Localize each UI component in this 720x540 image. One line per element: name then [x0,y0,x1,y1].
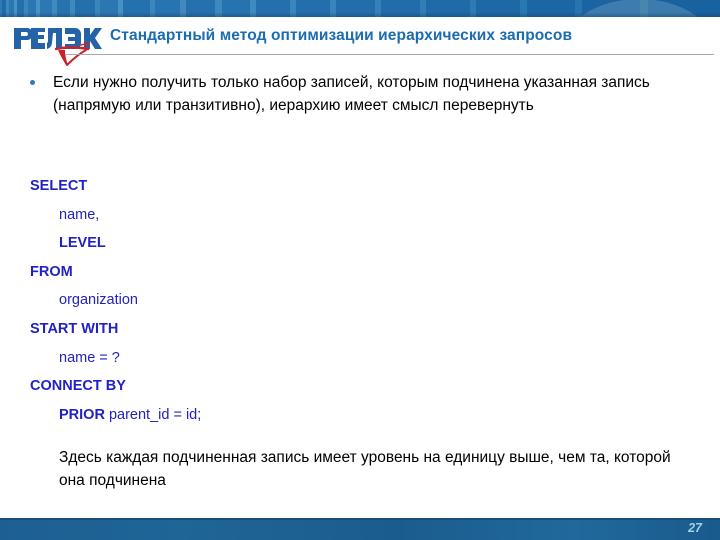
sql-line: name, [30,201,450,230]
slide: Стандартный метод оптимизации иерархичес… [0,0,720,540]
top-bar-shadow-edge [0,13,720,17]
footer-top-edge [0,518,720,520]
slide-title: Стандартный метод оптимизации иерархичес… [110,27,573,44]
closing-paragraph: Здесь каждая подчиненная запись имеет ур… [59,449,671,489]
sql-line: START WITH [30,315,450,344]
bullet-item: Если нужно получить только набор записей… [30,71,692,117]
sql-keyword: SELECT [30,178,88,194]
title-divider-rule [66,54,714,55]
sql-keyword: CONNECT BY [30,378,126,395]
sql-line: name = ? [30,344,450,373]
sql-keyword: PRIOR [59,406,105,423]
sql-line: LEVEL [30,229,450,258]
sql-text: name = ? [59,349,120,366]
sql-line: SELECT [30,172,450,201]
sql-line: PRIOR parent_id = id; [30,401,450,430]
sql-keyword: FROM [30,263,73,280]
sql-keyword: LEVEL [59,235,106,252]
logo-wordmark-shape [14,28,102,49]
page-number: 27 [688,521,702,535]
sql-code-block: SELECT name, LEVEL FROM organization START WI… [30,172,450,429]
sql-text: name, [59,206,100,223]
bullet-item-text: Если нужно получить только набор записей… [53,74,650,114]
sql-keyword: START WITH [30,320,119,337]
sql-line: CONNECT BY [30,372,450,401]
sql-line: FROM [30,258,450,287]
sql-line: organization [30,286,450,315]
sql-text: parent_id = id; [104,406,202,423]
bullet-dot-icon [30,80,35,85]
relex-logo [12,24,104,68]
footer-bar: 27 [0,518,720,540]
sql-text: organization [59,292,138,309]
top-decorative-bar [0,0,720,47]
